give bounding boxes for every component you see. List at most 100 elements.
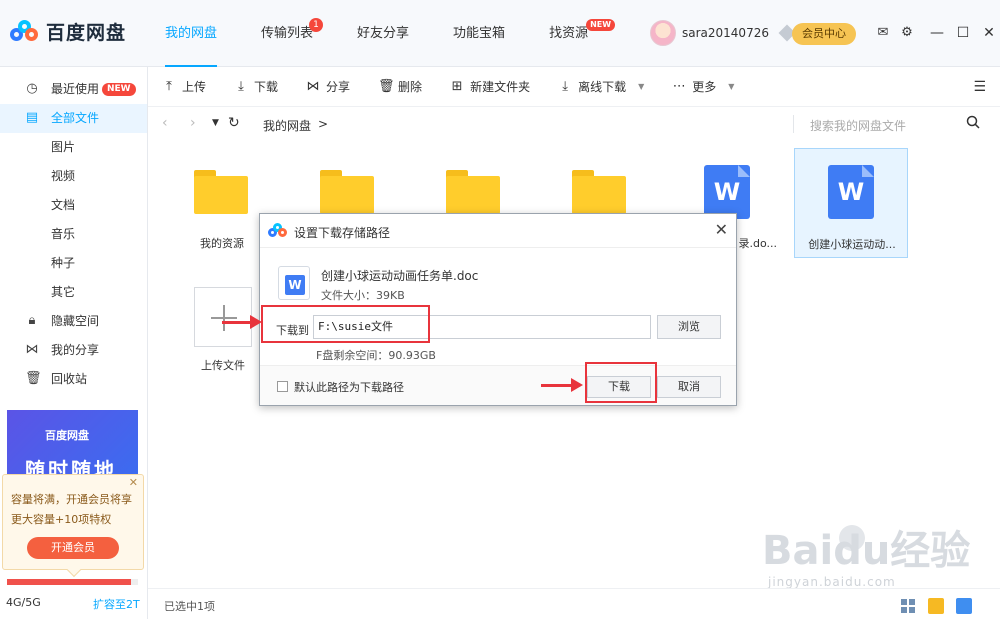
upload-file-label: 上传文件 (201, 359, 245, 372)
chevron-down-icon: ▼ (638, 82, 645, 91)
expand-quota-link[interactable]: 扩容至2T (93, 596, 140, 612)
download-button[interactable]: ⤓ 下载 (234, 78, 278, 95)
open-vip-button[interactable]: 开通会员 (27, 537, 119, 559)
search-icon[interactable] (966, 115, 980, 129)
promo-banner[interactable]: 百度网盘 随时随地 (7, 410, 138, 482)
grid-view-icon[interactable] (900, 598, 916, 614)
main-nav: 我的网盘 传输列表 1 好友分享 功能宝箱 找资源 NEW (152, 0, 619, 67)
refresh-icon[interactable]: ↻ (228, 115, 240, 131)
dialog-footer: 默认此路径为下载路径 下载 取消 (260, 365, 736, 405)
close-window-icon[interactable]: ✕ (982, 24, 996, 42)
promo-brand: 百度网盘 (45, 429, 89, 442)
sidebar-item-hidden-space[interactable]: 🔒︎ 隐藏空间 (0, 307, 147, 336)
history-dropdown-icon[interactable]: ▼ (212, 118, 219, 128)
app-logo[interactable]: 百度网盘 (10, 18, 126, 45)
sidebar-item-docs[interactable]: 文档 (0, 191, 147, 220)
nav-find-resources[interactable]: 找资源 NEW (536, 0, 616, 67)
dialog-title: 设置下载存储路径 (294, 226, 391, 240)
close-icon[interactable]: ✕ (129, 476, 138, 489)
breadcrumb[interactable]: 我的网盘 (263, 117, 311, 134)
chevron-down-icon: ▼ (728, 82, 735, 91)
lock-icon: 🔒︎ (28, 313, 36, 328)
folder-icon (572, 170, 626, 214)
annotation-box-path (261, 305, 430, 343)
close-icon[interactable]: ✕ (715, 220, 728, 239)
dialog-filesize: 文件大小：39KB (321, 289, 405, 302)
sidebar-item-torrents[interactable]: 种子 (0, 249, 147, 278)
default-path-label[interactable]: 默认此路径为下载路径 (294, 379, 404, 395)
sidebar-item-videos[interactable]: 视频 (0, 162, 147, 191)
more-button[interactable]: ⋯ 更多 ▼ (672, 78, 735, 95)
folder-icon (320, 170, 374, 214)
upload-arrow-icon[interactable] (928, 598, 944, 614)
browse-button[interactable]: 浏览 (657, 315, 721, 339)
sidebar-item-others[interactable]: 其它 (0, 278, 147, 307)
sidebar-item-music[interactable]: 音乐 (0, 220, 147, 249)
free-space-text: F盘剩余空间：90.93GB (316, 349, 436, 362)
new-badge: NEW (586, 19, 616, 31)
watermark: Baidu经验 (762, 528, 971, 574)
cancel-button[interactable]: 取消 (657, 376, 721, 398)
nav-transfer-list[interactable]: 传输列表 1 (248, 0, 326, 67)
annotation-arrow-download (541, 378, 583, 392)
minimize-icon[interactable]: — (930, 24, 944, 42)
maximize-icon[interactable]: ☐ (956, 24, 970, 42)
capacity-tip: ✕ 容量将满，开通会员将享更大容量+10项特权 开通会员 (2, 474, 144, 578)
file-item-selected[interactable]: W 创建小球运动动... (794, 148, 908, 258)
forward-icon[interactable]: › (190, 115, 196, 131)
share-icon: ⋈ (25, 342, 39, 357)
toolbar: ⤒ 上传 ⤓ 下载 ⋈ 分享 🗑︎ 删除 ⊞ 新建文件夹 ⤓ 离线下载 ▼ ⋯ 更多 ▼ ☰ (148, 67, 1000, 107)
download-icon: ⤓ (562, 78, 568, 94)
search-input[interactable]: 搜索我的网盘文件 (810, 117, 906, 134)
clock-icon: ◷ (26, 81, 38, 96)
sidebar: ◷ 最近使用 NEW ▤ 全部文件 图片 视频 文档 音乐 种子 其它 🔒︎ 隐… (0, 67, 148, 619)
dialog-filename: 创建小球运动动画任务单.doc (321, 269, 479, 283)
share-button[interactable]: ⋈ 分享 (306, 78, 351, 95)
settings-gear-icon[interactable]: ⚙ (900, 26, 914, 40)
status-bar: 已选中1项 (148, 588, 1000, 619)
sort-icon[interactable]: ☰ (973, 79, 986, 95)
user-profile[interactable]: sara20140726 (650, 20, 796, 46)
upload-button[interactable]: ⤒ 上传 (162, 78, 206, 95)
lock-icon[interactable] (956, 598, 972, 614)
upload-icon: ⤒ (166, 78, 172, 94)
sidebar-item-all-files[interactable]: ▤ 全部文件 (0, 104, 147, 133)
back-icon[interactable]: ‹ (162, 115, 168, 131)
download-icon: ⤓ (238, 78, 244, 94)
vip-center-button[interactable]: 会员中心 (792, 23, 856, 45)
new-folder-icon: ⊞ (451, 78, 463, 94)
word-doc-icon: W (704, 165, 750, 219)
sidebar-item-recycle-bin[interactable]: 🗑︎ 回收站 (0, 365, 147, 394)
nav-friend-share[interactable]: 好友分享 (344, 0, 422, 67)
more-icon: ⋯ (672, 78, 686, 94)
sidebar-item-recent[interactable]: ◷ 最近使用 NEW (0, 75, 147, 104)
word-doc-icon: W (278, 266, 310, 300)
trash-icon: 🗑︎ (25, 371, 42, 386)
trash-icon: 🗑︎ (378, 78, 395, 94)
new-folder-button[interactable]: ⊞ 新建文件夹 (450, 78, 530, 95)
default-path-checkbox[interactable] (277, 381, 288, 392)
selection-status: 已选中1项 (164, 600, 215, 613)
nav-toolbox[interactable]: 功能宝箱 (440, 0, 518, 67)
annotation-arrow-path (222, 315, 262, 329)
new-badge: NEW (102, 83, 136, 96)
baidu-cloud-logo-icon (10, 19, 40, 44)
avatar[interactable] (650, 20, 676, 46)
file-icon: ▤ (25, 110, 39, 125)
sidebar-item-images[interactable]: 图片 (0, 133, 147, 162)
sidebar-item-my-share[interactable]: ⋈ 我的分享 (0, 336, 147, 365)
offline-download-button[interactable]: ⤓ 离线下载 ▼ (558, 78, 644, 95)
username: sara20140726 (682, 26, 769, 40)
breadcrumb-separator: > (318, 117, 329, 131)
delete-button[interactable]: 🗑︎ 删除 (378, 78, 422, 95)
nav-my-disk[interactable]: 我的网盘 (152, 0, 230, 67)
top-bar: 百度网盘 我的网盘 传输列表 1 好友分享 功能宝箱 找资源 NEW sara201… (0, 0, 1000, 67)
word-doc-icon: W (828, 165, 874, 219)
watermark-url: jingyan.baidu.com (768, 575, 896, 589)
capacity-tip-text: 容量将满，开通会员将享更大容量+10项特权 (11, 493, 132, 526)
transfer-count-badge: 1 (309, 18, 324, 32)
mail-icon[interactable]: ✉ (876, 26, 890, 40)
upload-file-tile[interactable] (194, 287, 252, 347)
baidu-cloud-logo-icon (268, 223, 288, 239)
quota-text: 4G/5G (6, 596, 41, 609)
